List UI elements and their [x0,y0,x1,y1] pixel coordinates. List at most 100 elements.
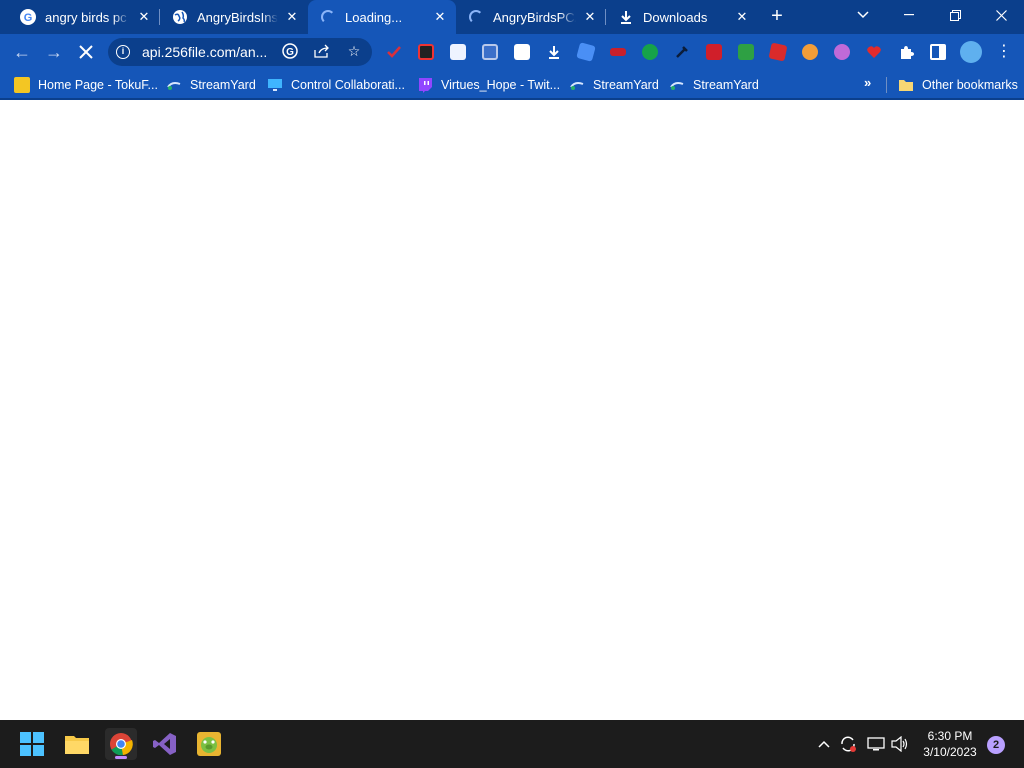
bookmark-streamyard[interactable]: StreamYard [569,75,659,95]
stop-loading-button[interactable] [72,38,100,66]
extensions-puzzle-icon[interactable] [898,44,914,60]
extension-youtube-heart-icon[interactable] [866,44,882,60]
tab-angry-birds-installer[interactable]: AngryBirdsInsta ✕ [160,0,308,34]
close-window-button[interactable] [978,0,1024,30]
restore-button[interactable] [932,0,978,30]
folder-icon [898,77,914,93]
forward-button[interactable]: → [40,38,68,66]
address-bar[interactable]: i api.256file.com/an... [108,38,372,66]
bookmark-streamyard[interactable]: StreamYard [166,75,256,95]
windows-logo-icon [20,732,44,756]
extension-id-icon[interactable] [482,44,498,60]
volume-icon[interactable] [890,734,910,754]
extension-card-icon[interactable] [514,44,530,60]
notification-badge[interactable]: 2 [987,736,1005,754]
bookmark-star-icon[interactable]: ☆ [345,42,363,60]
bookmark-label: Home Page - TokuF... [38,78,158,92]
bookmark-label: StreamYard [190,78,256,92]
chrome-icon [110,733,133,756]
streamyard-icon [569,77,585,93]
extension-download-icon[interactable] [546,44,562,60]
google-lens-icon[interactable]: G [281,42,299,60]
bookmarks-divider [886,77,887,93]
tab-title: AngryBirdsInsta [197,9,278,25]
download-icon [618,9,634,25]
address-bar-url[interactable]: api.256file.com/an... [142,44,267,60]
running-indicator [115,756,127,759]
extension-orange-circle-icon[interactable] [802,44,818,60]
minimize-button[interactable] [886,0,932,30]
angry-birds-button[interactable] [193,728,225,760]
sync-alert-icon[interactable] [838,734,858,754]
visual-studio-icon [153,733,176,755]
profile-avatar[interactable] [960,41,982,63]
streamyard-icon [166,77,182,93]
network-icon[interactable] [866,734,886,754]
tab-loading[interactable]: Loading... ✕ [308,0,456,34]
folder-icon [65,736,89,754]
extension-red-square-icon[interactable] [706,44,722,60]
tab-close-icon[interactable]: ✕ [582,9,598,25]
tab-close-icon[interactable]: ✕ [284,9,300,25]
extension-purple-icon[interactable] [834,44,850,60]
clock-time: 6:30 PM [927,729,973,743]
loading-spinner-icon [320,9,336,25]
pig-icon [197,732,221,756]
bookmark-streamyard[interactable]: StreamYard [669,75,759,95]
svg-text:G: G [24,12,33,24]
browser-toolbar: ← → i api.256file.com/an... G ☆ ⋮ [0,34,1024,70]
loading-spinner-icon [468,9,484,25]
extension-document-icon[interactable] [450,44,466,60]
other-bookmarks-label: Other bookmarks [922,78,1018,92]
back-button[interactable]: ← [8,38,36,66]
bookmark-virtues-hope-twitch[interactable]: Virtues_Hope - Twit... [417,75,560,95]
windows-taskbar: 6:30 PM 3/10/2023 [0,720,1024,768]
new-tab-button[interactable]: + [765,5,789,29]
monitor-icon [267,77,283,93]
extension-red-bar-icon[interactable] [610,48,626,56]
tab-title: AngryBirdsPCAll [493,9,576,25]
tab-close-icon[interactable]: ✕ [734,9,750,25]
bookmark-control-collaboration[interactable]: Control Collaborati... [267,75,405,95]
system-clock[interactable]: 6:30 PM 3/10/2023 [912,728,988,760]
extension-checkmark-icon[interactable] [386,44,402,60]
side-panel-icon[interactable] [930,44,946,60]
bookmark-home-page-tokuf[interactable]: Home Page - TokuF... [14,75,158,95]
streamyard-icon [669,77,685,93]
extension-record-icon[interactable] [418,44,434,60]
more-menu-icon[interactable]: ⋮ [996,44,1012,60]
visual-studio-button[interactable] [149,728,181,760]
page-content-area [0,102,1024,720]
extension-roblox-icon[interactable] [576,42,596,62]
clock-date: 3/10/2023 [923,745,977,759]
extension-hammer-icon[interactable] [674,44,690,60]
site-info-icon[interactable]: i [116,45,130,59]
tab-close-icon[interactable]: ✕ [432,9,448,25]
globe-icon [172,9,188,25]
tokufest-icon [14,77,30,93]
tab-close-icon[interactable]: ✕ [136,9,152,25]
share-icon[interactable] [313,42,331,60]
tab-title: Downloads [643,9,708,25]
tab-angry-birds-search[interactable]: G angry birds pc c ✕ [8,0,160,34]
extension-green-circle-icon[interactable] [642,44,658,60]
chrome-button[interactable] [105,728,137,760]
bookmark-label: StreamYard [593,78,659,92]
file-explorer-button[interactable] [61,728,93,760]
tab-search-icon[interactable] [840,0,886,30]
extension-red-tile-icon[interactable] [768,42,788,62]
show-hidden-icons-chevron-icon[interactable] [814,734,834,754]
bookmark-label: Control Collaborati... [291,78,405,92]
tab-angry-birds-pc[interactable]: AngryBirdsPCAll ✕ [456,0,606,34]
twitch-icon [417,77,433,93]
more-bookmarks-chevron-icon[interactable]: » [864,75,871,90]
tab-strip: G angry birds pc c ✕ AngryBirdsInsta ✕ L… [0,0,1024,34]
bookmark-label: Virtues_Hope - Twit... [441,78,561,92]
tab-downloads[interactable]: Downloads ✕ [606,0,758,34]
svg-text:G: G [286,47,294,58]
bookmarks-bar: Home Page - TokuF... StreamYard Control … [0,70,1024,100]
bookmark-label: StreamYard [693,78,759,92]
start-button[interactable] [16,728,48,760]
other-bookmarks-folder[interactable]: Other bookmarks [898,75,1018,95]
extension-dollar-icon[interactable] [738,44,754,60]
